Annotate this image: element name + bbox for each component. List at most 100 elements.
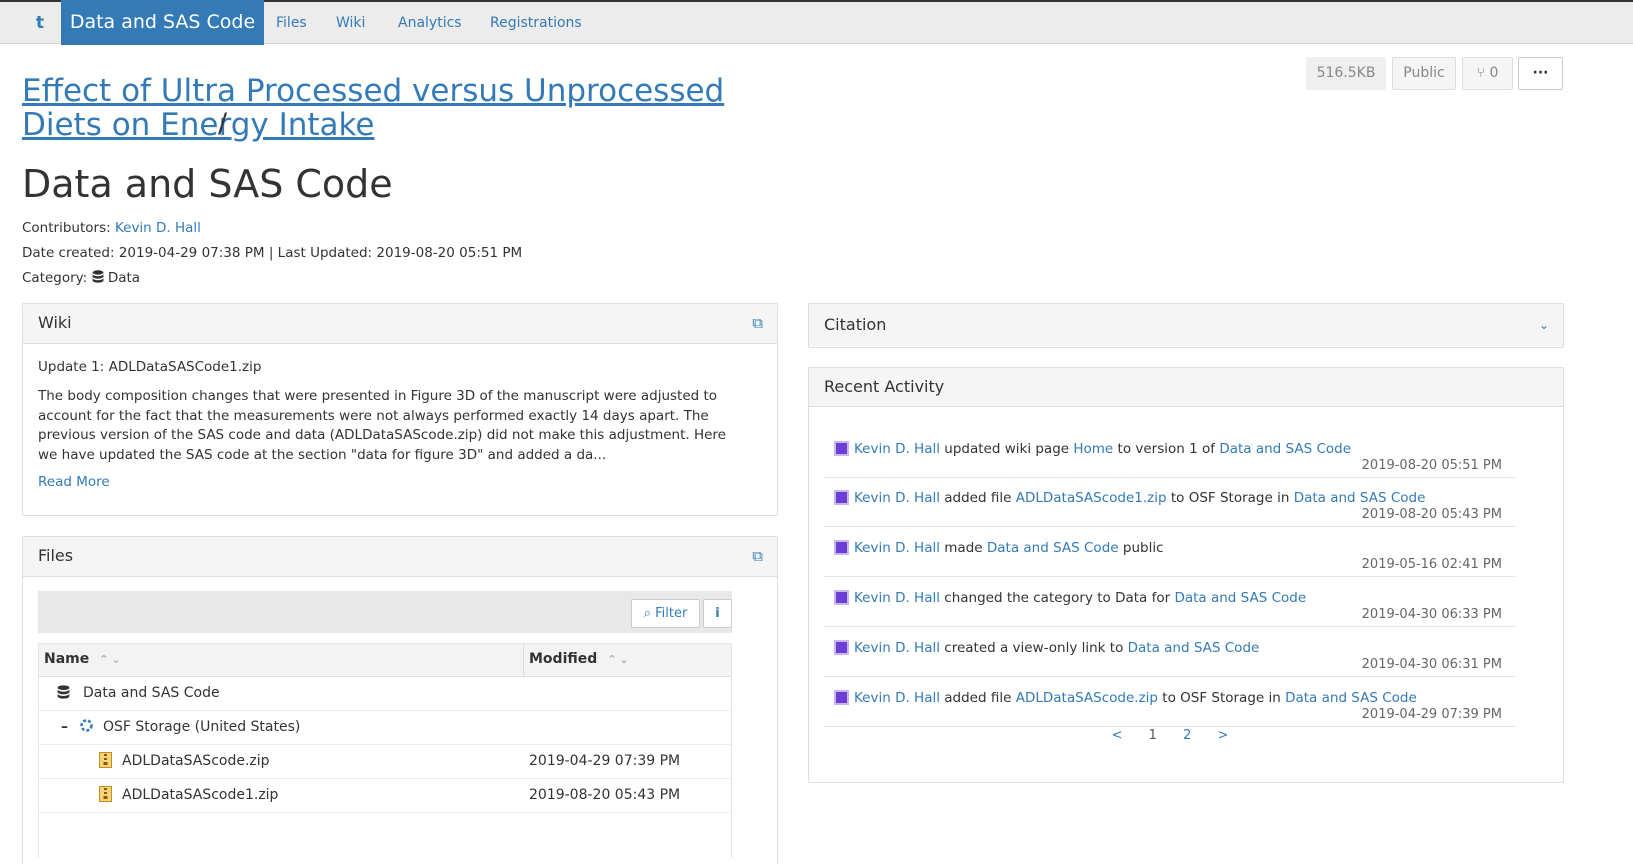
zip-file-icon [99,745,112,778]
files-table: Name ⌃⌄ Modified ⌃⌄ Data and SAS Code – OS… [38,643,732,858]
activity-fragment: to OSF Storage in [1166,490,1294,506]
public-button[interactable]: Public [1392,57,1456,90]
activity-fragment: made [939,540,987,556]
user-link[interactable]: Kevin D. Hall [854,540,940,556]
user-link[interactable]: Kevin D. Hall [854,690,940,706]
activity-item: Kevin D. Hall added file ADLDataSAScode.… [824,679,1516,727]
column-divider [523,644,524,677]
nav-registrations[interactable]: Registrations [490,2,582,44]
activity-fragment: public [1118,540,1164,556]
sort-arrows-icon[interactable]: ⌃⌄ [99,653,123,666]
size-badge: 516.5KB [1306,57,1386,90]
file-row[interactable]: – OSF Storage (United States) [39,711,731,745]
user-link[interactable]: Kevin D. Hall [854,441,940,457]
files-panel-header: Files ⧉ [23,537,777,577]
wiki-panel-title: Wiki [38,313,72,332]
sort-arrows-icon[interactable]: ⌃⌄ [607,653,631,666]
activity-timestamp: 2019-05-16 02:41 PM [1361,557,1502,572]
activity-text: Kevin D. Hall added file ADLDataSAScode1… [834,490,1425,506]
zip-file-icon [99,779,112,812]
activity-link[interactable]: Data and SAS Code [1294,490,1426,506]
activity-text: Kevin D. Hall changed the category to Da… [834,590,1306,606]
category-value: Data [107,270,141,286]
activity-link[interactable]: Data and SAS Code [1285,690,1417,706]
contributors-line: Contributors: Kevin D. Hall [22,220,201,236]
nav-files[interactable]: Files [276,2,307,44]
contributors-label: Contributors: [22,220,111,236]
category-line: Category: Data [22,270,140,286]
collapse-icon[interactable]: – [61,711,68,744]
file-row[interactable]: ADLDataSAScode.zip 2019-04-29 07:39 PM [39,745,731,779]
activity-panel-header: Recent Activity [809,368,1563,407]
wiki-preview-text: The body composition changes that were p… [38,388,726,463]
storage-icon [79,711,94,744]
activity-link[interactable]: ADLDataSAScode1.zip [1016,490,1167,506]
fork-button[interactable]: ⑂ 0 [1462,57,1513,90]
external-link-icon[interactable]: ⧉ [752,304,763,342]
activity-link[interactable]: Data and SAS Code [987,540,1119,556]
activity-link[interactable]: Home [1073,441,1113,457]
citation-panel[interactable]: Citation ⌄ [808,303,1564,348]
more-options-button[interactable]: ··· [1518,57,1563,90]
file-row[interactable]: Data and SAS Code [39,677,731,711]
nav-active-component[interactable]: Data and SAS Code [61,0,264,45]
user-link[interactable]: Kevin D. Hall [854,590,940,606]
activity-fragment: added file [939,490,1016,506]
pager-page-1[interactable]: 1 [1149,728,1157,743]
activity-link[interactable]: ADLDataSAScode.zip [1016,690,1158,706]
citation-panel-header[interactable]: Citation ⌄ [809,304,1563,346]
files-panel-title: Files [38,546,74,565]
activity-fragment: to version 1 of [1113,441,1220,457]
pager-next[interactable]: > [1217,728,1228,743]
user-avatar-icon [834,640,849,655]
file-row[interactable]: ADLDataSAScode1.zip 2019-08-20 05:43 PM [39,779,731,813]
activity-item: Kevin D. Hall updated wiki page Home to … [824,430,1516,478]
read-more-link[interactable]: Read More [38,474,110,490]
pager-page-2[interactable]: 2 [1183,728,1191,743]
file-modified: 2019-04-29 07:39 PM [529,753,681,769]
activity-text: Kevin D. Hall made Data and SAS Code pub… [834,540,1164,556]
contributor-link[interactable]: Kevin D. Hall [115,220,201,236]
activity-text: Kevin D. Hall created a view-only link t… [834,640,1259,656]
fork-count: 0 [1489,65,1499,81]
parent-project-link[interactable]: Effect of Ultra Processed versus Unproce… [22,74,782,142]
project-home-icon[interactable]: t [29,12,51,34]
nav-wiki[interactable]: Wiki [336,2,365,44]
activity-timestamp: 2019-04-30 06:31 PM [1361,657,1502,672]
user-link[interactable]: Kevin D. Hall [854,490,940,506]
activity-link[interactable]: Data and SAS Code [1219,441,1351,457]
activity-fragment: changed the category to Data for [939,590,1175,606]
activity-timestamp: 2019-04-30 06:33 PM [1361,607,1502,622]
activity-fragment: created a view-only link to [939,640,1128,656]
nav-analytics[interactable]: Analytics [398,2,462,44]
activity-item: Kevin D. Hall added file ADLDataSAScode1… [824,479,1516,527]
modified-column-header[interactable]: Modified ⌃⌄ [529,644,632,675]
activity-item: Kevin D. Hall changed the category to Da… [824,579,1516,627]
chevron-down-icon[interactable]: ⌄ [1539,304,1549,346]
file-name: OSF Storage (United States) [103,719,301,735]
citation-panel-title: Citation [824,315,887,334]
activity-panel-title: Recent Activity [824,377,945,396]
user-link[interactable]: Kevin D. Hall [854,640,940,656]
wiki-panel-header: Wiki ⧉ [23,304,777,344]
file-name: Data and SAS Code [83,685,220,701]
external-link-icon[interactable]: ⧉ [752,537,763,575]
files-panel: Files ⧉ ⌕ Filter i Name ⌃⌄ Modified ⌃⌄ Dat… [22,536,778,864]
database-icon [57,677,70,710]
user-avatar-icon [834,590,849,605]
activity-item: Kevin D. Hall made Data and SAS Code pub… [824,529,1516,577]
wiki-panel: Wiki ⧉ Update 1: ADLDataSASCode1.zip The… [22,303,778,516]
info-button[interactable]: i [703,599,732,628]
activity-text: Kevin D. Hall updated wiki page Home to … [834,441,1351,457]
fork-icon: ⑂ [1476,65,1486,81]
name-column-header[interactable]: Name ⌃⌄ [44,644,124,675]
activity-fragment: updated wiki page [939,441,1074,457]
activity-link[interactable]: Data and SAS Code [1174,590,1306,606]
pager-prev[interactable]: < [1112,728,1123,743]
activity-link[interactable]: Data and SAS Code [1128,640,1260,656]
user-avatar-icon [834,540,849,555]
filter-button[interactable]: ⌕ Filter [631,599,700,628]
breadcrumb-separator: / [218,108,228,139]
user-avatar-icon [834,490,849,505]
activity-timestamp: 2019-04-29 07:39 PM [1361,707,1502,722]
